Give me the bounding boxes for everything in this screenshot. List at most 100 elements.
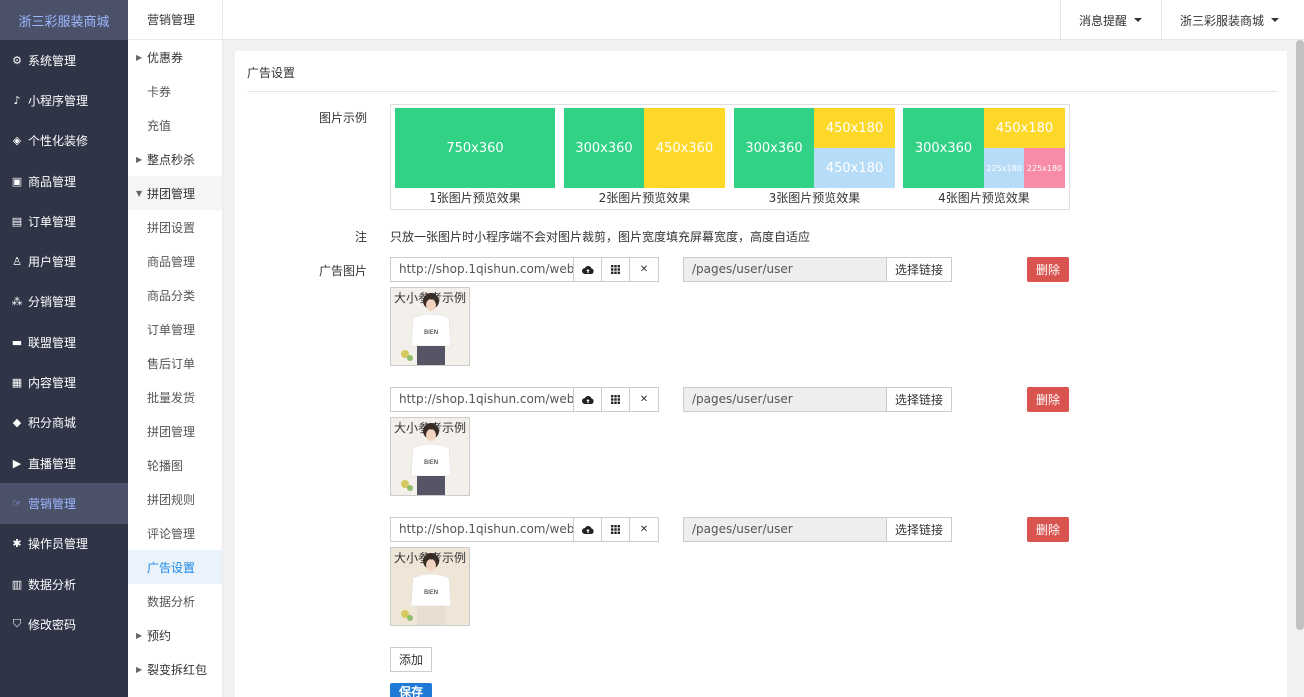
notification-dropdown[interactable]: 消息提醒 bbox=[1060, 0, 1160, 40]
sub-nav-item[interactable]: 拼团管理 bbox=[128, 414, 222, 448]
save-button[interactable]: 保存 bbox=[390, 683, 432, 697]
sub-sidebar-title: 营销管理 bbox=[128, 0, 222, 40]
nav-item[interactable]: ♪ 小程序管理 bbox=[0, 80, 128, 120]
ad-row: http://shop.1qishun.com/web/up ✕ /pages/… bbox=[390, 387, 1070, 517]
delete-button[interactable]: 删除 bbox=[1027, 517, 1069, 542]
sub-nav-label: 优惠券 bbox=[147, 50, 184, 65]
select-link-button[interactable]: 选择链接 bbox=[886, 257, 952, 282]
sub-nav-label: 商品分类 bbox=[147, 288, 196, 303]
sample1-main-block: 750x360 bbox=[395, 108, 555, 188]
nav-item[interactable]: ✱ 操作员管理 bbox=[0, 524, 128, 564]
grid-icon[interactable] bbox=[602, 388, 630, 411]
marketing-icon: ☞ bbox=[12, 496, 22, 510]
close-icon[interactable]: ✕ bbox=[630, 258, 658, 281]
brand-logo[interactable]: 浙三彩服装商城 bbox=[0, 0, 128, 40]
link-input[interactable]: /pages/user/user bbox=[683, 257, 886, 282]
upload-cloud-icon[interactable] bbox=[574, 258, 602, 281]
add-button[interactable]: 添加 bbox=[390, 647, 432, 672]
grid-icon[interactable] bbox=[602, 258, 630, 281]
sub-nav-group[interactable]: ▶ 裂变拆红包 bbox=[128, 652, 222, 686]
select-link-button[interactable]: 选择链接 bbox=[886, 387, 952, 412]
nav-item[interactable]: ◈ 个性化装修 bbox=[0, 121, 128, 161]
thumbnail-caption: 大小参考示例 bbox=[394, 421, 467, 435]
nav-item[interactable]: ⛉ 修改密码 bbox=[0, 604, 128, 644]
divider bbox=[247, 91, 1277, 92]
nav-item-label: 数据分析 bbox=[28, 577, 77, 592]
image-url-input[interactable]: http://shop.1qishun.com/web/up bbox=[391, 388, 574, 411]
sub-nav-item[interactable]: 轮播图 bbox=[128, 448, 222, 482]
link-input[interactable]: /pages/user/user bbox=[683, 517, 886, 542]
sample2-block-b: 450x360 bbox=[644, 108, 725, 188]
nav-item[interactable]: ▶ 直播管理 bbox=[0, 443, 128, 483]
ad-row: http://shop.1qishun.com/web/up ✕ /pages/… bbox=[390, 517, 1070, 647]
nav-item[interactable]: ◆ 积分商城 bbox=[0, 403, 128, 443]
ad-image-thumbnail[interactable]: BIEN 大小参考示例 bbox=[390, 547, 470, 626]
ad-image-thumbnail[interactable]: BIEN 大小参考示例 bbox=[390, 417, 470, 496]
sample3-block-a: 300x360 bbox=[734, 108, 814, 188]
caret-right-icon: ▶ bbox=[136, 630, 143, 640]
sub-nav-item[interactable]: 售后订单 bbox=[128, 346, 222, 380]
nav-item-label: 订单管理 bbox=[28, 214, 77, 229]
user-icon: ♙ bbox=[12, 255, 22, 269]
upload-cloud-icon[interactable] bbox=[574, 388, 602, 411]
nav-item[interactable]: ▤ 订单管理 bbox=[0, 201, 128, 241]
nav-item[interactable]: ▬ 联盟管理 bbox=[0, 322, 128, 362]
sub-nav-item[interactable]: 商品分类 bbox=[128, 278, 222, 312]
sub-nav-item[interactable]: 拼团设置 bbox=[128, 210, 222, 244]
sub-nav-label: 充值 bbox=[147, 118, 172, 133]
grid-icon[interactable] bbox=[602, 518, 630, 541]
sub-nav-label: 订单管理 bbox=[147, 322, 196, 337]
sub-nav-item[interactable]: 充值 bbox=[128, 108, 222, 142]
sample4-caption: 4张图片预览效果 bbox=[938, 191, 1030, 205]
upload-cloud-icon[interactable] bbox=[574, 518, 602, 541]
sub-nav-label: 评论管理 bbox=[147, 526, 196, 541]
main-sidebar: 浙三彩服装商城 ⚙ 系统管理 ♪ 小程序管理 ◈ 个性化装修 ▣ 商品管理 ▤ 订单管理 ♙ 用户管理… bbox=[0, 0, 128, 697]
image-url-input[interactable]: http://shop.1qishun.com/web/up bbox=[391, 518, 574, 541]
sub-nav-item[interactable]: 拼团规则 bbox=[128, 482, 222, 516]
sub-nav-label: 卡券 bbox=[147, 84, 172, 99]
sub-nav-item[interactable]: 广告设置 bbox=[128, 550, 222, 584]
nav-item-label: 分销管理 bbox=[28, 295, 77, 310]
shop-dropdown[interactable]: 浙三彩服装商城 bbox=[1161, 0, 1297, 40]
sub-nav-item[interactable]: 数据分析 bbox=[128, 584, 222, 618]
nav-item[interactable]: ▣ 商品管理 bbox=[0, 161, 128, 201]
sub-nav-group[interactable]: ▼ 拼团管理 bbox=[128, 176, 222, 210]
sub-nav-label: 商品管理 bbox=[147, 254, 196, 269]
delete-button[interactable]: 删除 bbox=[1027, 387, 1069, 412]
page-scrollbar[interactable] bbox=[1296, 40, 1304, 630]
nav-item[interactable]: ⁂ 分销管理 bbox=[0, 282, 128, 322]
sub-nav-item[interactable]: 卡券 bbox=[128, 74, 222, 108]
image-url-input[interactable]: http://shop.1qishun.com/web/up bbox=[391, 258, 574, 281]
delete-button[interactable]: 删除 bbox=[1027, 257, 1069, 282]
sub-nav-group[interactable]: ▶ 优惠券 bbox=[128, 40, 222, 74]
sub-nav-item[interactable]: 评论管理 bbox=[128, 516, 222, 550]
sub-nav-label: 整点秒杀 bbox=[147, 152, 196, 167]
nav-item[interactable]: ▥ 数据分析 bbox=[0, 564, 128, 604]
sub-nav-group[interactable]: ▶ 预约 bbox=[128, 618, 222, 652]
nav-item[interactable]: ▦ 内容管理 bbox=[0, 362, 128, 402]
ad-image-label: 广告图片 bbox=[318, 264, 367, 278]
svg-text:BIEN: BIEN bbox=[424, 459, 438, 466]
top-bar: 消息提醒 浙三彩服装商城 bbox=[223, 0, 1304, 40]
sub-nav-label: 拼团管理 bbox=[147, 424, 196, 439]
sub-nav-label: 拼团设置 bbox=[147, 220, 196, 235]
close-icon[interactable]: ✕ bbox=[630, 388, 658, 411]
nav-item-label: 小程序管理 bbox=[28, 93, 89, 108]
nav-item[interactable]: ♙ 用户管理 bbox=[0, 241, 128, 281]
nav-item[interactable]: ☞ 营销管理 bbox=[0, 483, 128, 524]
sub-nav-item[interactable]: 订单管理 bbox=[128, 312, 222, 346]
sub-sidebar: 营销管理 ▶ 优惠券 卡券 充值 ▶ 整点秒杀 ▼ 拼团管理 拼团设置 商品管理 商品分类 订单管理售… bbox=[128, 0, 223, 697]
sub-nav-item[interactable]: 批量发货 bbox=[128, 380, 222, 414]
link-input[interactable]: /pages/user/user bbox=[683, 387, 886, 412]
shop-label: 浙三彩服装商城 bbox=[1180, 13, 1265, 28]
sub-nav-item[interactable]: 商品管理 bbox=[128, 244, 222, 278]
close-icon[interactable]: ✕ bbox=[630, 518, 658, 541]
select-link-button[interactable]: 选择链接 bbox=[886, 517, 952, 542]
sub-nav-label: 轮播图 bbox=[147, 458, 184, 473]
goods-icon: ▣ bbox=[11, 174, 23, 188]
image-url-group: http://shop.1qishun.com/web/up ✕ bbox=[390, 257, 659, 282]
nav-item[interactable]: ⚙ 系统管理 bbox=[0, 40, 128, 80]
sub-nav-group[interactable]: ▶ 整点秒杀 bbox=[128, 142, 222, 176]
ad-image-thumbnail[interactable]: BIEN 大小参考示例 bbox=[390, 287, 470, 366]
notification-label: 消息提醒 bbox=[1079, 13, 1128, 28]
